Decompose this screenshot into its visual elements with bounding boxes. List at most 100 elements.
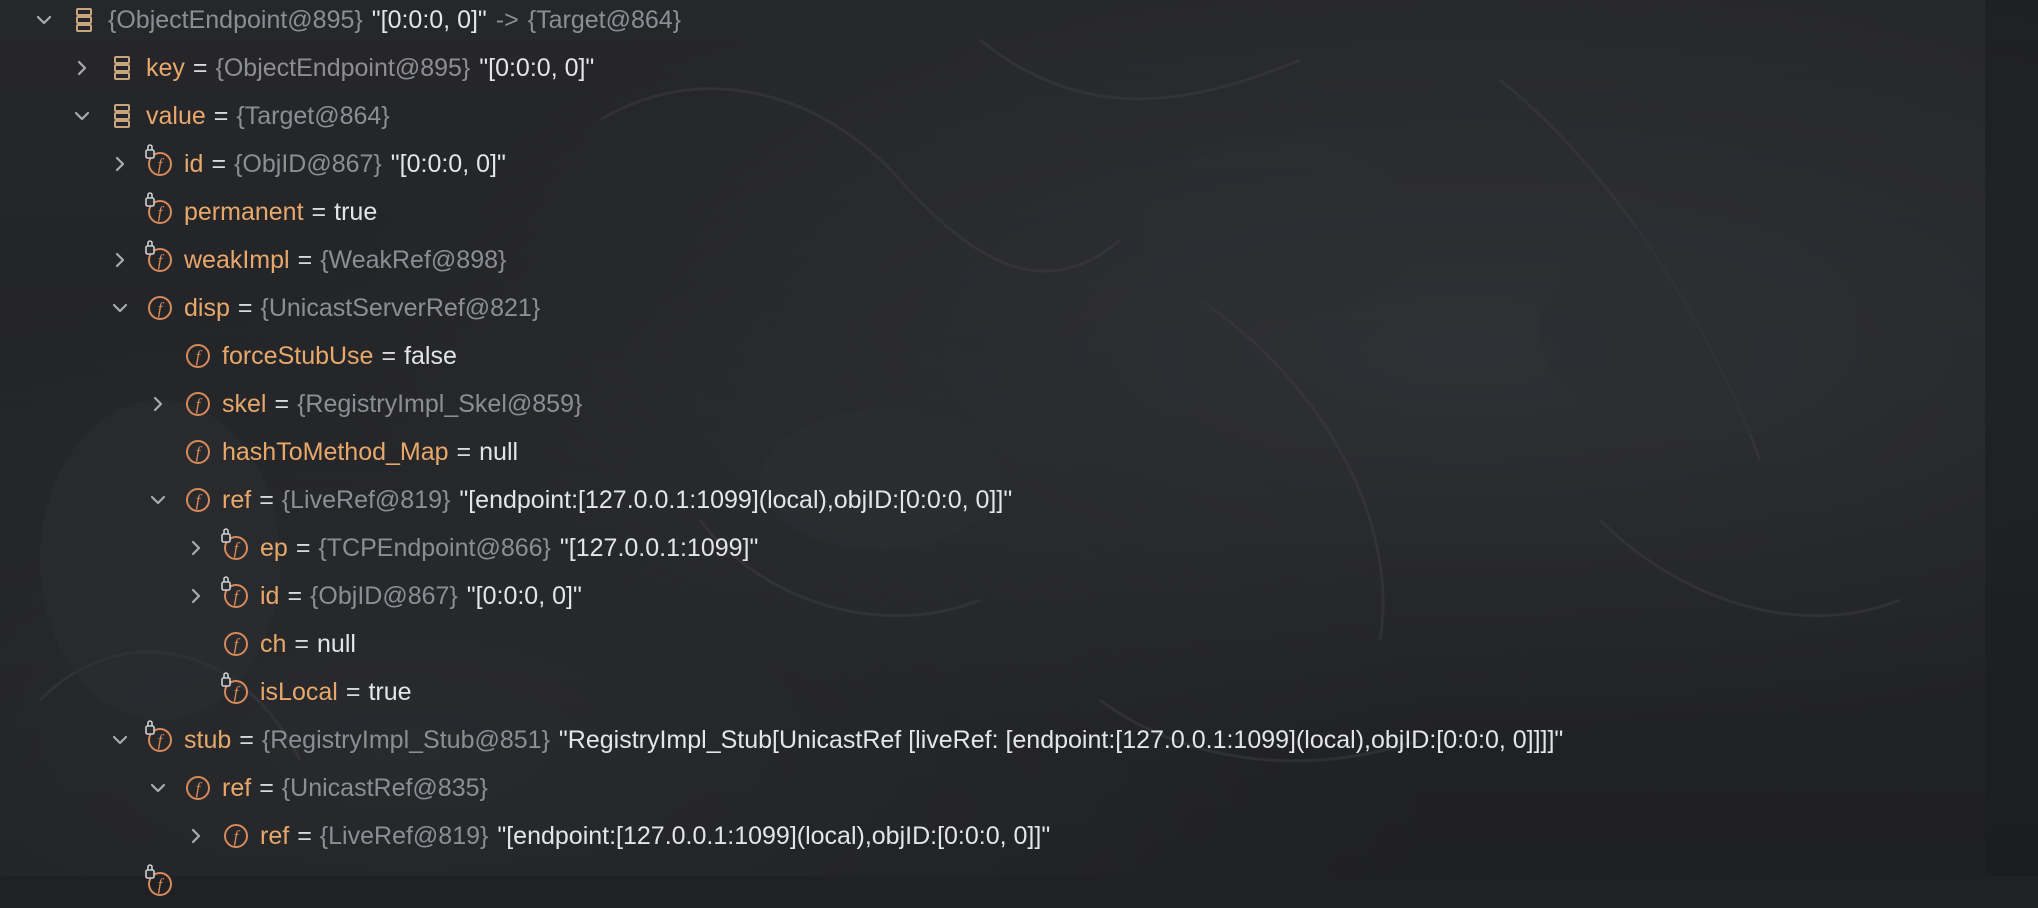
field-value: true <box>368 677 412 706</box>
variable-row[interactable]: f hashToMethod_Map = null <box>146 428 518 476</box>
chevron-down-icon[interactable] <box>146 776 170 800</box>
svg-text:f: f <box>234 539 241 558</box>
svg-text:f: f <box>196 443 203 462</box>
svg-text:f: f <box>234 683 241 702</box>
equals-sign: = <box>239 725 254 754</box>
equals-sign: = <box>345 677 361 706</box>
type-ref: {ObjectEndpoint@895} <box>215 53 471 82</box>
type-ref: {Target@864} <box>236 101 390 130</box>
field-name: ref <box>260 821 290 850</box>
variable-row[interactable]: f disp = {UnicastServerRef@821} <box>108 284 540 332</box>
svg-text:f: f <box>196 395 203 414</box>
map-arrow: -> <box>495 5 519 34</box>
variable-row[interactable]: f weakImpl = {WeakRef@898} <box>108 236 506 284</box>
final-field-icon: f <box>221 576 250 610</box>
final-field-icon: f <box>145 192 174 226</box>
variable-row[interactable]: f id = {ObjID@867} "[0:0:0, 0]" <box>108 140 506 188</box>
field-value: "[0:0:0, 0]" <box>390 149 506 178</box>
map-entry-icon <box>70 6 98 34</box>
type-ref: {UnicastRef@835} <box>281 773 488 802</box>
field-name: ep <box>260 533 288 562</box>
equals-sign: = <box>294 629 310 658</box>
field-name: weakImpl <box>184 245 290 274</box>
field-icon: f <box>184 390 212 418</box>
variable-row[interactable]: key = {ObjectEndpoint@895} "[0:0:0, 0]" <box>70 44 594 92</box>
variable-row[interactable]: f <box>108 860 184 908</box>
type-ref: {TCPEndpoint@866} <box>318 533 551 562</box>
variable-row[interactable]: f permanent = true <box>108 188 377 236</box>
svg-text:f: f <box>158 203 165 222</box>
field-icon: f <box>184 774 212 802</box>
type-ref: {RegistryImpl_Stub@851} <box>261 725 550 754</box>
variable-row[interactable]: f ch = null <box>184 620 356 668</box>
type-ref: {UnicastServerRef@821} <box>260 293 541 322</box>
variable-row[interactable]: f ref = {LiveRef@819} "[endpoint:[127.0.0.1:… <box>184 812 1050 860</box>
chevron-down-icon[interactable] <box>32 8 56 32</box>
field-name: permanent <box>184 197 304 226</box>
equals-sign: = <box>259 485 274 514</box>
variable-row[interactable]: f ref = {LiveRef@819} "[endpoint:[127.0.0.1:… <box>146 476 1012 524</box>
equals-sign: = <box>297 245 313 274</box>
equals-sign: = <box>287 581 303 610</box>
svg-text:f: f <box>158 155 165 174</box>
field-value: "[0:0:0, 0]" <box>466 581 582 610</box>
field-value: "[0:0:0, 0]" <box>479 53 595 82</box>
field-name: skel <box>222 389 267 418</box>
type-ref: {LiveRef@819} <box>281 485 451 514</box>
field-name: value <box>146 101 206 130</box>
equals-sign: = <box>237 293 253 322</box>
field-name: stub <box>184 725 232 754</box>
field-value: false <box>404 341 457 370</box>
chevron-right-icon[interactable] <box>70 56 94 80</box>
chevron-down-icon[interactable] <box>70 104 94 128</box>
chevron-down-icon[interactable] <box>108 728 132 752</box>
equals-sign: = <box>311 197 327 226</box>
svg-text:f: f <box>196 491 203 510</box>
field-name: isLocal <box>260 677 338 706</box>
variable-row[interactable]: {ObjectEndpoint@895} "[0:0:0, 0]" -> {Targe… <box>32 0 681 44</box>
field-name: ch <box>260 629 287 658</box>
field-value: null <box>317 629 356 658</box>
chevron-right-icon[interactable] <box>184 584 208 608</box>
type-ref: {RegistryImpl_Skel@859} <box>297 389 583 418</box>
chevron-right-icon[interactable] <box>184 824 208 848</box>
variable-row[interactable]: f skel = {RegistryImpl_Skel@859} <box>146 380 582 428</box>
field-icon: f <box>184 342 212 370</box>
equals-sign: = <box>211 149 227 178</box>
svg-text:f: f <box>158 299 165 318</box>
final-field-icon: f <box>145 864 174 898</box>
variable-row[interactable]: f id = {ObjID@867} "[0:0:0, 0]" <box>184 572 582 620</box>
equals-sign: = <box>213 101 229 130</box>
final-field-icon: f <box>221 672 250 706</box>
svg-text:f: f <box>196 779 203 798</box>
variable-row[interactable]: f forceStubUse = false <box>146 332 457 380</box>
svg-text:f: f <box>196 347 203 366</box>
variable-row[interactable]: f ref = {UnicastRef@835} <box>146 764 488 812</box>
chevron-down-icon[interactable] <box>146 488 170 512</box>
final-field-icon: f <box>145 240 174 274</box>
type-ref: {ObjID@867} <box>310 581 458 610</box>
chevron-right-icon[interactable] <box>184 536 208 560</box>
chevron-right-icon[interactable] <box>146 392 170 416</box>
field-name: key <box>146 53 185 82</box>
svg-text:f: f <box>234 635 241 654</box>
field-name: id <box>260 581 280 610</box>
equals-sign: = <box>381 341 397 370</box>
chevron-down-icon[interactable] <box>108 296 132 320</box>
final-field-icon: f <box>145 144 174 178</box>
field-icon: f <box>222 630 250 658</box>
equals-sign: = <box>456 437 472 466</box>
map-entry-icon <box>108 54 136 82</box>
field-icon: f <box>184 486 212 514</box>
field-icon: f <box>222 822 250 850</box>
chevron-right-icon[interactable] <box>108 248 132 272</box>
map-entry-icon <box>108 102 136 130</box>
chevron-right-icon[interactable] <box>108 152 132 176</box>
variable-row[interactable]: f ep = {TCPEndpoint@866} "[127.0.0.1:1099]" <box>184 524 758 572</box>
variable-row[interactable]: value = {Target@864} <box>70 92 390 140</box>
svg-text:f: f <box>158 875 165 894</box>
variable-row[interactable]: f stub = {RegistryImpl_Stub@851} "RegistryIm… <box>108 716 1563 764</box>
equals-sign: = <box>295 533 311 562</box>
variable-row[interactable]: f isLocal = true <box>184 668 412 716</box>
field-name: id <box>184 149 204 178</box>
